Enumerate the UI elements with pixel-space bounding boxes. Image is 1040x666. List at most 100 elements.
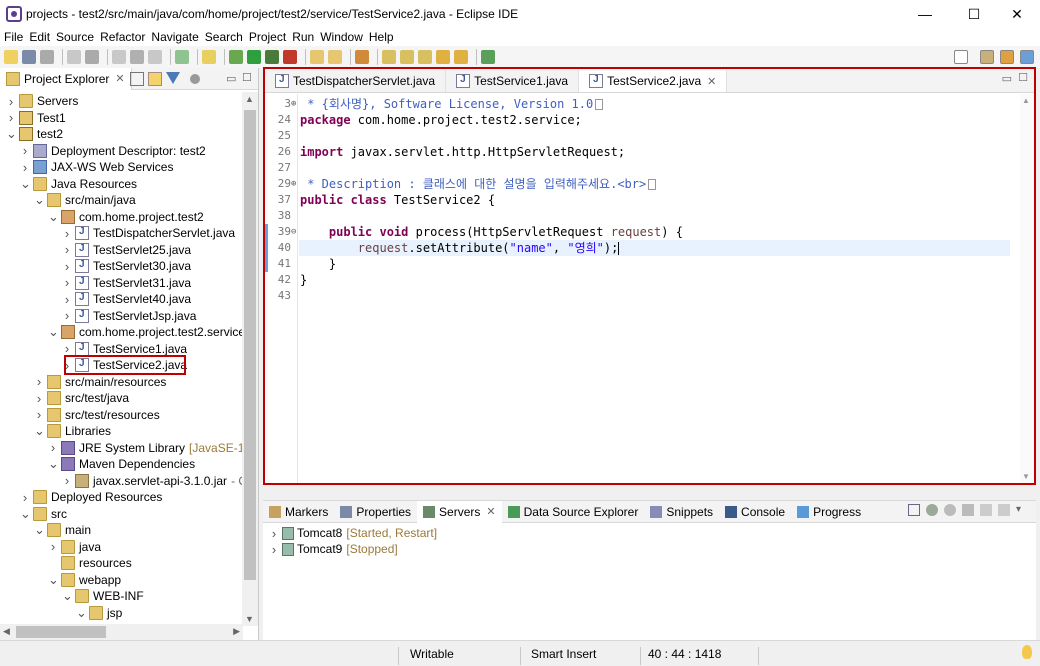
maximize-editor-icon[interactable]: ☐ <box>1018 71 1028 84</box>
bottom-tab[interactable]: Progress <box>791 501 867 523</box>
prev-annotation-icon[interactable] <box>400 50 414 64</box>
lightbulb-icon[interactable] <box>1022 645 1032 659</box>
menu-refactor[interactable]: Refactor <box>100 30 145 44</box>
collapsed-arrow-icon[interactable]: › <box>20 490 30 505</box>
expanded-arrow-icon[interactable]: ⌄ <box>62 588 73 604</box>
menu-search[interactable]: Search <box>205 30 243 44</box>
collapsed-arrow-icon[interactable]: › <box>34 391 44 406</box>
tree-item[interactable]: ›javax.servlet-api-3.1.0.jar- C:\ <box>62 473 243 489</box>
save-icon[interactable] <box>22 50 36 64</box>
run-icon[interactable] <box>247 50 261 64</box>
new-java-icon[interactable] <box>175 50 189 64</box>
open-perspective-icon[interactable] <box>980 50 994 64</box>
tree-item[interactable]: › src/main/resources <box>34 374 167 390</box>
scroll-left-icon[interactable]: ◀ <box>3 626 10 637</box>
tree-item[interactable]: › Deployment Descriptor: test2 <box>20 143 206 159</box>
server-item[interactable]: › Tomcat8 [Started, Restart] <box>269 525 437 541</box>
link-editor-icon[interactable] <box>148 72 162 86</box>
tree-item[interactable]: › TestServlet30.java <box>62 258 191 274</box>
collapsed-arrow-icon[interactable]: › <box>20 143 30 158</box>
expanded-arrow-icon[interactable]: ⌄ <box>20 506 31 522</box>
expanded-arrow-icon[interactable]: ⌄ <box>20 176 31 192</box>
collapse-icon[interactable] <box>908 504 920 516</box>
annotation-icon[interactable] <box>130 50 144 64</box>
back-icon[interactable] <box>436 50 450 64</box>
stop-server-icon[interactable] <box>980 504 992 516</box>
collapsed-arrow-icon[interactable]: › <box>62 292 72 307</box>
start-server-icon[interactable] <box>944 504 956 516</box>
collapsed-arrow-icon[interactable]: › <box>62 275 72 290</box>
expanded-arrow-icon[interactable]: ⌄ <box>48 209 59 225</box>
tree-item[interactable]: ⌄ main <box>34 522 91 538</box>
bottom-tab[interactable]: Markers <box>263 501 334 523</box>
tree-item[interactable]: › Test1 <box>6 110 66 126</box>
new-icon[interactable] <box>4 50 18 64</box>
editor-scroll-up-icon[interactable]: ▲ <box>1022 96 1030 105</box>
collapsed-arrow-icon[interactable]: › <box>48 539 58 554</box>
open-folder-icon[interactable] <box>310 50 324 64</box>
expanded-arrow-icon[interactable]: ⌄ <box>48 572 59 588</box>
tree-item[interactable]: ⌄ WEB-INF <box>62 588 144 604</box>
fold-collapse-icon[interactable]: ⊖ <box>291 224 299 240</box>
tree-item[interactable]: › TestServletJsp.java <box>62 308 197 324</box>
publish-icon[interactable] <box>998 504 1010 516</box>
collapsed-arrow-icon[interactable]: › <box>34 407 44 422</box>
tab-project-explorer[interactable]: Project Explorer ✕ <box>0 67 132 90</box>
view-menu-icon[interactable]: ▾ <box>1016 504 1028 516</box>
scroll-up-icon[interactable]: ▲ <box>245 94 254 104</box>
collapsed-arrow-icon[interactable]: › <box>62 259 72 274</box>
tree-item[interactable]: › TestServlet31.java <box>62 275 191 291</box>
quick-access-search-icon[interactable] <box>954 50 968 64</box>
forward-icon[interactable] <box>454 50 468 64</box>
folded-block-icon[interactable] <box>595 99 604 110</box>
tree-hscroll-thumb[interactable] <box>16 626 106 638</box>
tree-item[interactable]: ⌄ webapp <box>48 572 121 588</box>
debug-icon[interactable] <box>229 50 243 64</box>
tree-vertical-scrollbar[interactable]: ▲ ▼ <box>242 92 258 626</box>
fold-expand-icon[interactable]: ⊕ <box>291 96 299 112</box>
tree-item[interactable]: ⌄ test2 <box>6 126 63 142</box>
editor-vertical-scrollbar[interactable]: ▲ ▼ <box>1020 94 1034 483</box>
minimize-button[interactable]: — <box>902 0 948 28</box>
pin-icon[interactable] <box>481 50 495 64</box>
collapsed-arrow-icon[interactable]: › <box>269 542 279 557</box>
scroll-right-icon[interactable]: ▶ <box>233 626 240 637</box>
last-edit-icon[interactable] <box>418 50 432 64</box>
editor-tab[interactable]: TestService1.java <box>446 70 580 92</box>
menu-run[interactable]: Run <box>292 30 314 44</box>
tree-item[interactable]: › JRE System Library[JavaSE-1.8] <box>48 440 243 456</box>
stop-icon[interactable] <box>85 50 99 64</box>
filter-icon[interactable] <box>166 72 180 84</box>
tree-item[interactable]: › java <box>48 539 101 555</box>
server-item[interactable]: › Tomcat9 [Stopped] <box>269 541 398 557</box>
collapsed-arrow-icon[interactable]: › <box>34 374 44 389</box>
tree-item[interactable]: ⌄ Java Resources <box>20 176 137 192</box>
minimize-editor-icon[interactable]: ▭ <box>1002 72 1012 85</box>
tree-item[interactable]: ⌄ com.home.project.test2 <box>48 209 204 225</box>
print-icon[interactable] <box>40 50 54 64</box>
menu-navigate[interactable]: Navigate <box>151 30 198 44</box>
tree-item[interactable]: ⌄ src/main/java <box>34 192 136 208</box>
menu-edit[interactable]: Edit <box>29 30 50 44</box>
editor-scroll-down-icon[interactable]: ▼ <box>1022 472 1030 481</box>
highlight-icon[interactable] <box>202 50 216 64</box>
debug-perspective-icon[interactable] <box>1020 50 1034 64</box>
bottom-tab[interactable]: Data Source Explorer <box>502 501 645 523</box>
collapsed-arrow-icon[interactable]: › <box>6 94 16 109</box>
menu-project[interactable]: Project <box>249 30 286 44</box>
fold-expand-icon[interactable]: ⊕ <box>291 176 299 192</box>
close-tab-icon[interactable]: ✕ <box>486 505 495 518</box>
open-type-icon[interactable] <box>112 50 126 64</box>
tree-item[interactable]: ⌄ com.home.project.test2.service <box>48 324 243 340</box>
tree-item[interactable]: › TestServlet40.java <box>62 291 191 307</box>
tree-item[interactable]: ⌄ Maven Dependencies <box>48 456 195 472</box>
debug-server-icon[interactable] <box>926 504 938 516</box>
next-annotation-icon[interactable] <box>382 50 396 64</box>
expanded-arrow-icon[interactable]: ⌄ <box>48 456 59 472</box>
tree-horizontal-scrollbar[interactable]: ◀ ▶ <box>0 624 243 640</box>
minimize-view-icon[interactable]: ▭ <box>226 72 236 85</box>
maximize-button[interactable]: ☐ <box>951 0 997 28</box>
pen-icon[interactable] <box>355 50 369 64</box>
coverage-icon[interactable] <box>265 50 279 64</box>
bottom-tab[interactable]: Servers ✕ <box>417 500 502 523</box>
